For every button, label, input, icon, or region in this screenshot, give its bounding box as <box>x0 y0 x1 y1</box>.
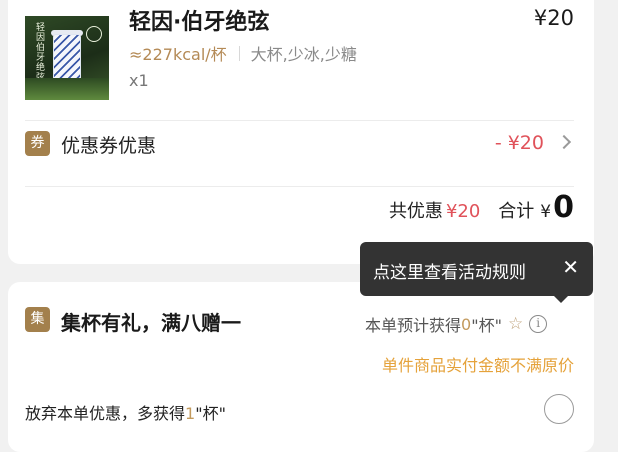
total-value: 0 <box>553 190 574 225</box>
abandon-prefix: 放弃本单优惠，多获得 <box>25 404 186 423</box>
product-spec-line: ≈227kcal/杯 大杯,少冰,少糖 <box>129 41 357 65</box>
estimate-count: 0 <box>461 314 472 334</box>
collect-title: 集杯有礼，满八赠一 <box>61 311 241 335</box>
estimate-prefix: 本单预计获得 <box>365 316 462 335</box>
order-card: 轻因伯牙绝弦 轻因·伯牙绝弦 ¥20 ≈227kcal/杯 大杯,少冰,少糖 x… <box>8 0 594 264</box>
brand-logo-icon <box>86 26 102 42</box>
abandon-suffix: "杯" <box>195 404 226 423</box>
info-icon[interactable]: i <box>529 315 548 333</box>
divider <box>25 120 574 121</box>
star-icon: ☆ <box>507 314 524 334</box>
abandon-discount-radio[interactable] <box>544 394 574 424</box>
coupon-value: - ¥20 <box>494 132 544 154</box>
divider <box>25 186 574 187</box>
coupon-tag-icon: 券 <box>25 131 50 156</box>
abandon-count: 1 <box>185 404 196 423</box>
discount-label: 共优惠 <box>388 201 443 222</box>
product-price: ¥20 <box>533 6 574 30</box>
thumbnail-text: 轻因伯牙绝弦 <box>34 22 44 82</box>
product-calories: ≈227kcal/杯 <box>129 45 227 64</box>
abandon-discount-label: 放弃本单优惠，多获得1"杯" <box>25 400 226 424</box>
spec-divider <box>238 45 240 61</box>
price-warning: 单件商品实付金额不满原价 <box>381 356 574 375</box>
product-options: 大杯,少冰,少糖 <box>250 45 357 64</box>
close-icon[interactable]: ✕ <box>562 255 579 279</box>
collect-tag-icon: 集 <box>25 307 50 332</box>
coupon-label: 优惠券优惠 <box>61 135 157 157</box>
product-name: 轻因·伯牙绝弦 <box>129 10 270 35</box>
total-currency: ¥ <box>540 202 552 222</box>
tooltip-arrow <box>553 295 569 303</box>
estimate-suffix: "杯" <box>471 316 502 335</box>
thumbnail-grass <box>25 78 109 100</box>
activity-rules-tooltip[interactable]: 点这里查看活动规则 ✕ <box>360 242 593 303</box>
collect-estimate[interactable]: 本单预计获得 0 "杯" ☆ i <box>365 312 548 336</box>
product-quantity: x1 <box>129 71 149 90</box>
product-thumbnail: 轻因伯牙绝弦 <box>25 16 109 100</box>
collect-cup-card: 集 集杯有礼，满八赠一 本单预计获得 0 "杯" ☆ i 单件商品实付金额不满原… <box>8 282 594 452</box>
order-summary: 共优惠 ¥20 合计 ¥ 0 <box>389 193 574 223</box>
discount-value: ¥20 <box>445 201 481 222</box>
total-label: 合计 <box>498 201 535 222</box>
chevron-right-icon[interactable] <box>556 134 572 150</box>
tooltip-text: 点这里查看活动规则 <box>373 263 526 283</box>
